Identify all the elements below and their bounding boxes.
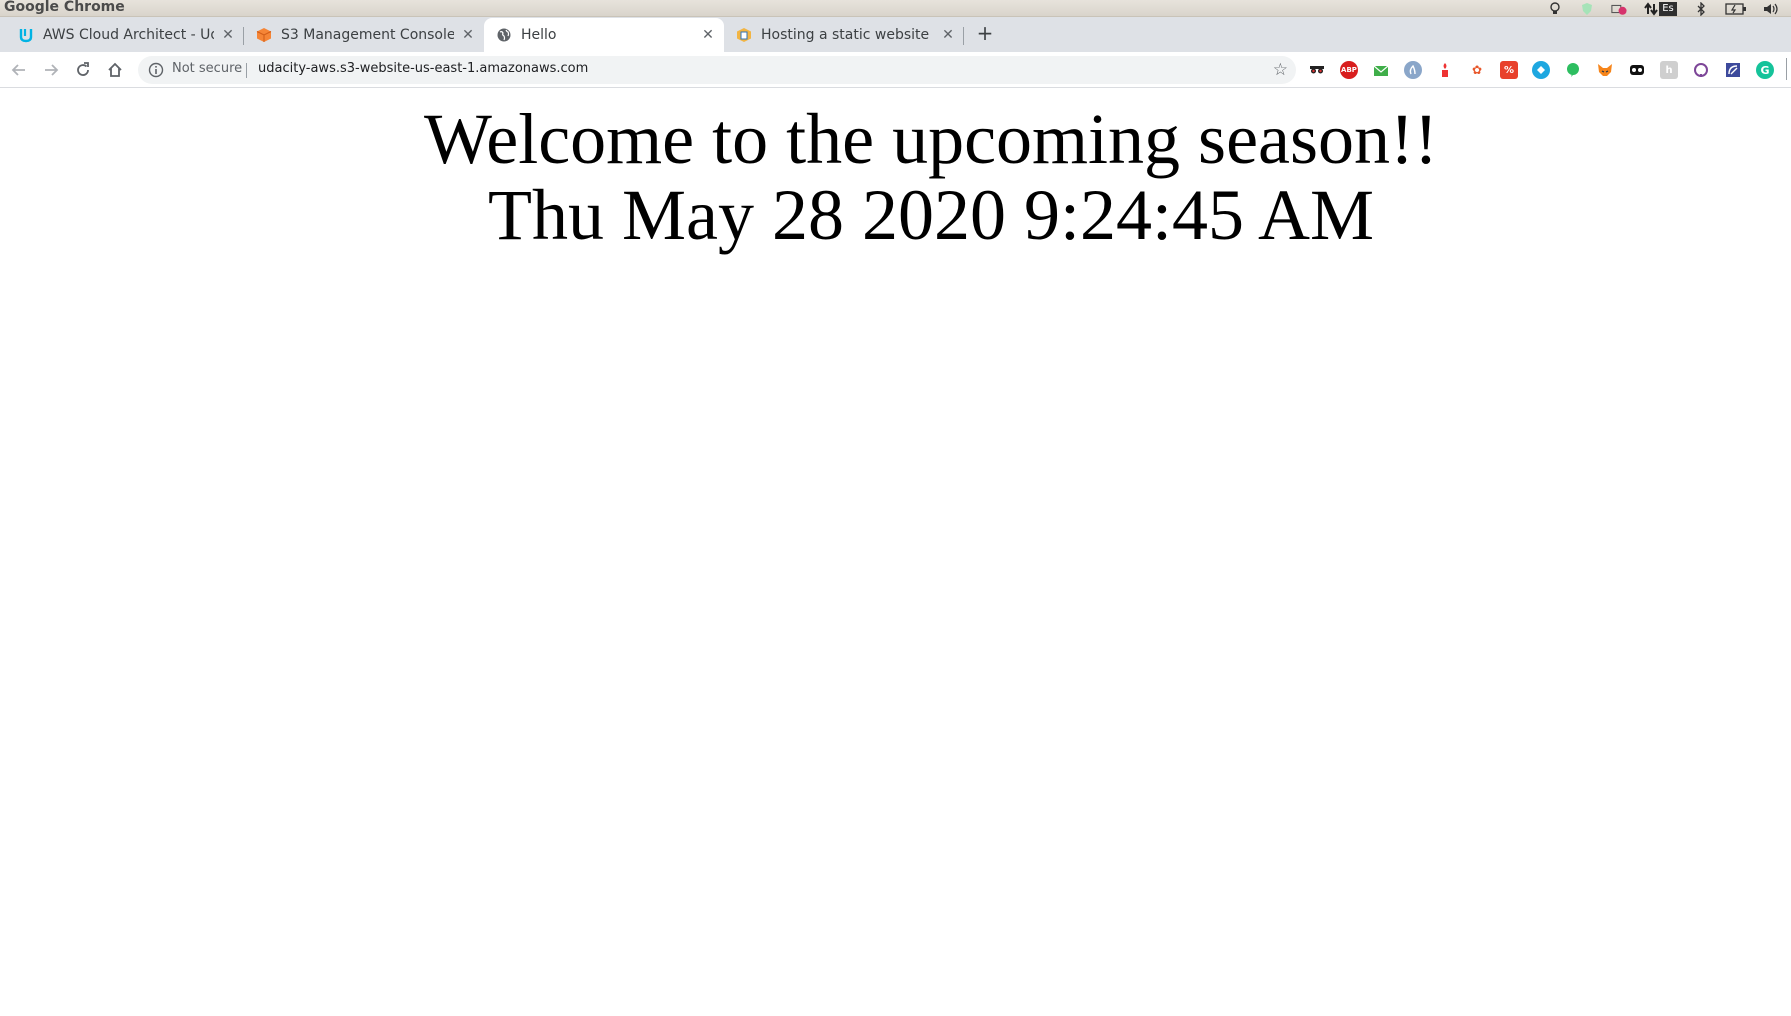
- omnibox-divider: [246, 63, 247, 78]
- tab-s3-console[interactable]: S3 Management Console ✕: [244, 18, 484, 52]
- new-tab-button[interactable]: +: [974, 21, 996, 45]
- back-button[interactable]: [8, 59, 30, 81]
- security-label[interactable]: Not secure: [172, 61, 242, 76]
- network-arrows-icon[interactable]: [1643, 1, 1659, 16]
- current-datetime: Thu May 28 2020 9:24:45 AM: [487, 175, 1374, 255]
- web-page-content: Welcome to the upcoming season!! Thu May…: [0, 89, 1791, 1016]
- aws-docs-icon: [736, 27, 752, 43]
- json-icon[interactable]: h: [1660, 61, 1678, 79]
- vpn-icon[interactable]: [1579, 2, 1595, 16]
- forward-button[interactable]: [40, 59, 62, 81]
- system-tray: Es: [1531, 0, 1781, 17]
- browser-toolbar: Not secure udacity-aws.s3-website-us-eas…: [0, 52, 1791, 88]
- udacity-icon: [18, 27, 34, 43]
- aws-cube-icon: [256, 27, 272, 43]
- tab-hosting-docs[interactable]: Hosting a static website on Amazon S3 ✕: [724, 18, 964, 52]
- tab-hello[interactable]: Hello ✕: [484, 18, 724, 52]
- home-button[interactable]: [104, 59, 126, 81]
- info-icon[interactable]: [148, 62, 164, 78]
- close-icon[interactable]: ✕: [940, 27, 956, 43]
- bulb-icon[interactable]: [1547, 1, 1563, 16]
- bluetooth-icon[interactable]: [1693, 1, 1709, 16]
- adblock-plus-icon[interactable]: ABP: [1340, 61, 1358, 79]
- tab-strip: AWS Cloud Architect - Udacity ✕ S3 Manag…: [0, 17, 1791, 52]
- app-title: Google Chrome: [4, 0, 125, 15]
- address-bar[interactable]: Not secure udacity-aws.s3-website-us-eas…: [138, 56, 1296, 84]
- close-icon[interactable]: ✕: [220, 27, 236, 43]
- tab-title: AWS Cloud Architect - Udacity: [43, 27, 214, 43]
- mail-icon[interactable]: [1372, 61, 1390, 79]
- grammarly-icon[interactable]: G: [1756, 61, 1774, 79]
- close-icon[interactable]: ✕: [700, 27, 716, 43]
- evernote-icon[interactable]: [1564, 61, 1582, 79]
- close-icon[interactable]: ✕: [460, 27, 476, 43]
- tab-title: Hosting a static website on Amazon S3: [761, 27, 934, 43]
- updates-icon[interactable]: [1611, 2, 1627, 16]
- os-top-bar: Google Chrome Es: [0, 0, 1791, 17]
- page-heading: Welcome to the upcoming season!!: [424, 99, 1438, 179]
- sync-icon[interactable]: ✿: [1468, 61, 1486, 79]
- tab-title: S3 Management Console: [281, 27, 454, 43]
- tab-separator: [963, 27, 964, 45]
- metamask-fox-icon[interactable]: [1596, 61, 1614, 79]
- battery-icon[interactable]: [1725, 2, 1747, 16]
- onion-icon[interactable]: [1692, 61, 1710, 79]
- keyboard-layout-indicator[interactable]: Es: [1659, 1, 1677, 16]
- tab-title: Hello: [521, 27, 557, 43]
- reload-button[interactable]: [72, 59, 94, 81]
- pdf-icon[interactable]: %: [1500, 61, 1518, 79]
- globe-icon: [496, 27, 512, 43]
- tab-udacity[interactable]: AWS Cloud Architect - Udacity ✕: [0, 18, 244, 52]
- shield-icon[interactable]: [1436, 61, 1454, 79]
- vpn-shield-icon[interactable]: [1532, 61, 1550, 79]
- url-text[interactable]: udacity-aws.s3-website-us-east-1.amazona…: [258, 61, 588, 76]
- bookmark-star-icon[interactable]: ☆: [1273, 60, 1288, 80]
- volume-icon[interactable]: [1763, 2, 1781, 16]
- toolbar-divider: [1786, 58, 1787, 80]
- incognito-glasses-icon[interactable]: [1308, 61, 1326, 79]
- redux-icon[interactable]: [1724, 61, 1742, 79]
- octotree-icon[interactable]: [1628, 61, 1646, 79]
- proxy-icon[interactable]: [1404, 61, 1422, 79]
